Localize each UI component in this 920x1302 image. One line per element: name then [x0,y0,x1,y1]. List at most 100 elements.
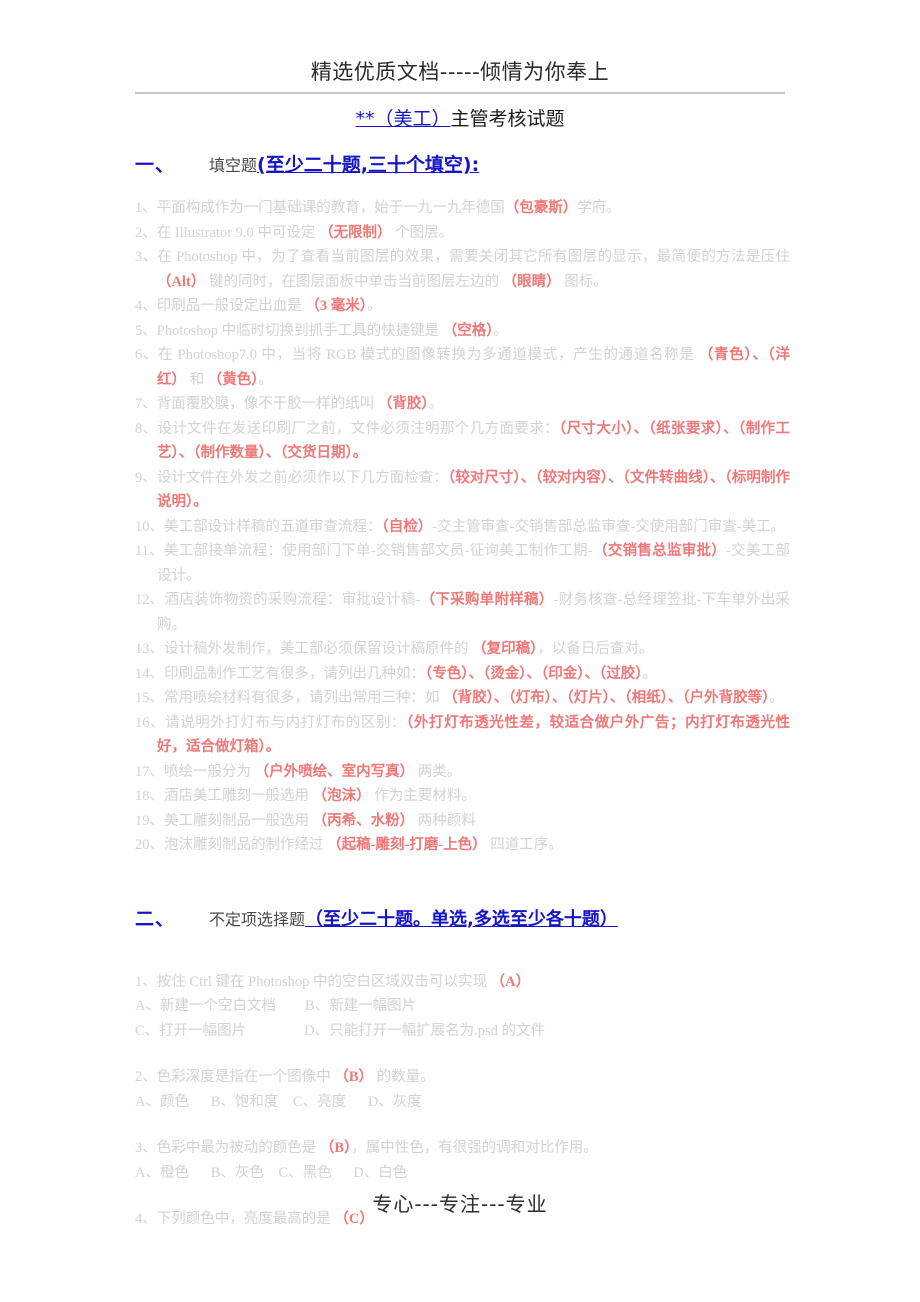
header-divider-rule [135,92,785,94]
answer-text: （黄色） [207,371,259,388]
question-text: 2、色彩深度是指在一个图像中 [135,1069,335,1085]
choice-option-line[interactable]: A、新建一个空白文档 B、新建一幅图片 [135,994,790,1019]
question-text: 10、美工部设计样稿的五道审查流程： [135,518,382,535]
fill-in-question: 12、酒店装饰物资的采购流程：审批设计稿-（下采购单附样稿）-财务核查-总经理签… [135,588,790,637]
section-name: 不定项选择题 [209,909,306,929]
answer-text: （背胶）、（灯布）、（灯片）、（相纸）、（户外背胶等） [443,690,770,706]
question-text: 2、在 Illustrator 9.0 中可设定 [135,224,320,241]
question-text: 。 [642,665,658,682]
question-text: ，以备日后查对。 [537,641,654,657]
answer-text: （Alt） [157,273,206,290]
section-note: （至少二十题。单选,多选至少各十题） [305,908,618,930]
question-text: 20、泡沫雕刻制品的制作经过 [135,837,328,853]
question-text: 。 [769,690,784,706]
answer-text: （泡沫） [312,788,371,804]
document-page: 精选优质文档-----倾情为你奉上 **（美工）主管考核试题 一、 填空题(至少二… [0,0,920,1302]
fill-in-question: 20、泡沫雕刻制品的制作经过 （起稿-雕刻-打磨-上色） 四道工序。 [135,833,790,858]
section-number: 二、 [135,907,176,930]
question-text: 个图层。 [391,224,454,241]
question-text: 19、美工雕刻制品一般选用 [135,812,313,829]
fill-in-question: 2、在 Illustrator 9.0 中可设定 （无限制） 个图层。 [135,221,790,246]
question-text: 四道工序。 [486,837,563,853]
fill-in-question: 18、酒店美工雕刻一般选用 （泡沫） 作为主要材料。 [135,784,790,809]
fill-in-question-list: 1、平面构成作为一门基础课的教育，始于一九一九年德国（包豪斯）学府。 2、在 Il… [135,196,790,858]
fill-in-question: 7、背面覆胶膜，像不干胶一样的纸叫 （背胶）。 [135,392,790,417]
question-text: 7、背面覆胶膜，像不干胶一样的纸叫 [135,396,378,412]
fill-in-question: 5、Photoshop 中临时切换到抓手工具的快捷键是 （空格）。 [135,319,790,344]
answer-text: （无限制） [319,224,392,241]
answer-text: （复印稿） [472,641,538,657]
answer-text: （眼睛） [502,273,561,290]
answer-text: （丙希、水粉） [312,812,415,829]
question-text: -交主管审查-交销售部总监审查-交使用部门审查-美工。 [432,518,786,535]
question-text: 16、请说明外打灯布与内打灯布的区别： [135,714,407,731]
fill-in-question: 16、请说明外打灯布与内打灯布的区别：（外打灯布透光性差，较适合做户外广告；内打… [135,711,790,760]
question-text: 和 [186,371,208,388]
answer-text: （A） [490,973,531,990]
question-text: ，属中性色，有很强的调和对比作用。 [351,1140,598,1156]
question-text: 两种颜料 [414,812,476,829]
question-text: 两类。 [414,763,462,780]
question-text: 11、美工部接单流程：使用部门下单-交销售部文员-征询美工制作工期- [135,543,593,559]
footer-text: 专心---专注---专业 [372,1192,548,1216]
choice-question: 2、色彩深度是指在一个图像中 （B） 的数量。 A、颜色 B、饱和度 C、亮度 D… [135,1065,790,1114]
choice-question-stem: 1、按住 Ctrl 键在 Photoshop 中的空白区域双击可以实现 （A） [135,970,790,995]
question-text: 。 [258,371,274,388]
fill-in-question: 8、设计文件在发送印刷厂之前，文件必须注明那个几方面要求：（尺寸大小）、（纸张要… [135,417,790,466]
section-heading-multiple-choice: 二、 不定项选择题（至少二十题。单选,多选至少各十题） [135,904,790,936]
answer-text: （3 毫米） [305,298,367,314]
fill-in-question: 19、美工雕刻制品一般选用 （丙希、水粉） 两种颜料 [135,809,790,834]
question-text: 8、设计文件在发送印刷厂之前，文件必须注明那个几方面要求： [135,420,559,437]
question-text: 。 [428,396,444,412]
answer-text: （下采购单附样稿） [420,592,554,608]
fill-in-question: 17、喷绘一般分为 （户外喷绘、室内写真） 两类。 [135,760,790,785]
answer-text: （起稿-雕刻-打磨-上色） [327,837,487,853]
page-title-prefix: **（美工） [355,108,451,130]
question-text: 。 [493,322,508,339]
answer-text: （背胶） [377,396,429,412]
question-text: 3、在 Photoshop 中，为了查看当前图层的效果，需要关闭其它所有图层的显… [135,249,790,265]
question-text: 18、酒店美工雕刻一般选用 [135,788,313,804]
question-text: 1、按住 Ctrl 键在 Photoshop 中的空白区域双击可以实现 [135,973,491,990]
answer-text: （B） [319,1140,352,1156]
fill-in-question: 13、设计稿外发制作，美工部必须保留设计稿原件的 （复印稿），以备日后查对。 [135,637,790,662]
answer-text: （B） [334,1069,374,1085]
choice-question-stem: 3、色彩中最为被动的颜色是 （B），属中性色，有很强的调和对比作用。 [135,1136,790,1161]
fill-in-question: 15、常用喷绘材料有很多，请列出常用三种：如 （背胶）、（灯布）、（灯片）、（相… [135,686,790,711]
choice-option-line[interactable]: A、颜色 B、饱和度 C、亮度 D、灰度 [135,1090,790,1115]
question-text: 15、常用喷绘材料有很多，请列出常用三种：如 [135,690,444,706]
question-text: 1、平面构成作为一门基础课的教育，始于一九一九年德国 [135,200,505,216]
answer-text: （包豪斯） [504,200,578,216]
fill-in-question: 10、美工部设计样稿的五道审查流程：（自检）-交主管审查-交销售部总监审查-交使… [135,515,790,540]
fill-in-question: 1、平面构成作为一门基础课的教育，始于一九一九年德国（包豪斯）学府。 [135,196,790,221]
choice-question: 1、按住 Ctrl 键在 Photoshop 中的空白区域双击可以实现 （A） A… [135,970,790,1044]
question-text: 。 [367,298,382,314]
answer-text: （交销售总监审批） [592,543,727,559]
answer-text: （户外喷绘、室内写真） [254,763,415,780]
question-text: 键的同时，在图层面板中单击当前图层左边的 [205,273,503,290]
question-text: 的数量。 [373,1069,435,1085]
page-title: **（美工）主管考核试题 [0,104,920,134]
question-text: 9、设计文件在外发之前必须作以下几方面检查： [135,469,448,486]
answer-text: （自检） [381,518,433,535]
question-text: 13、设计稿外发制作，美工部必须保留设计稿原件的 [135,641,473,657]
section-number: 一、 [135,154,176,176]
fill-in-question: 6、在 Photoshop7.0 中，当将 RGB 模式的图像转换为多通道模式，… [135,343,790,392]
question-text: 4、印刷品一般设定出血是 [135,298,306,314]
fill-in-question: 14、印刷品制作工艺有很多，请列出几种如：（专色）、（烫金）、（印金）、（过胶）… [135,662,790,687]
fill-in-question: 3、在 Photoshop 中，为了查看当前图层的效果，需要关闭其它所有图层的显… [135,245,790,294]
answer-text: （空格） [442,322,494,339]
question-text: 图标。 [560,273,608,290]
question-text: 12、酒店装饰物资的采购流程：审批设计稿- [135,592,421,608]
fill-in-question: 4、印刷品一般设定出血是 （3 毫米）。 [135,294,790,319]
choice-option-line[interactable]: C、打开一幅图片 D、只能打开一幅扩展名为.psd 的文件 [135,1019,790,1044]
section-heading-fill-in: 一、 填空题(至少二十题,三十个填空): [135,150,790,182]
choice-question: 3、色彩中最为被动的颜色是 （B），属中性色，有很强的调和对比作用。 A、橙色 B… [135,1136,790,1185]
answer-text: （专色）、（烫金）、（印金）、（过胶） [425,665,643,682]
choice-option-line[interactable]: A、橙色 B、灰色 C、黑色 D、白色 [135,1161,790,1186]
document-header: 精选优质文档-----倾情为你奉上 [0,58,920,86]
document-content: 一、 填空题(至少二十题,三十个填空): 1、平面构成作为一门基础课的教育，始于一… [135,150,790,1254]
choice-question-stem: 2、色彩深度是指在一个图像中 （B） 的数量。 [135,1065,790,1090]
question-text: 学府。 [577,200,621,216]
section-name: 填空题 [209,156,258,175]
